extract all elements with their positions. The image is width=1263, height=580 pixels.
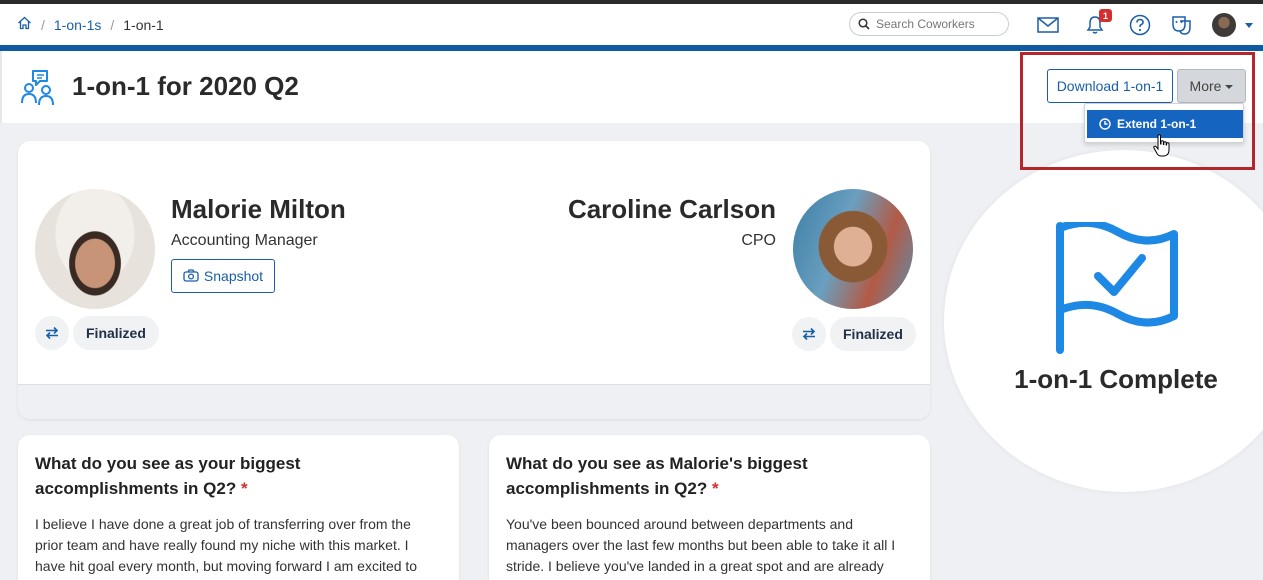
completion-label: 1-on-1 Complete bbox=[1014, 364, 1218, 394]
theater-masks-icon[interactable] bbox=[1168, 12, 1194, 38]
notifications-bell-icon[interactable]: 1 bbox=[1082, 9, 1112, 38]
search-coworkers-input[interactable] bbox=[876, 17, 1001, 31]
notification-count-badge: 1 bbox=[1099, 9, 1112, 22]
breadcrumb-separator: / bbox=[41, 16, 45, 33]
breadcrumb-current: 1-on-1 bbox=[123, 16, 164, 33]
question-card: What do you see as your biggest accompli… bbox=[18, 435, 459, 580]
status-badge: Finalized bbox=[830, 317, 916, 351]
conversation-people-icon bbox=[20, 69, 58, 112]
answer-text: You've been bounced around between depar… bbox=[506, 516, 896, 574]
question-title: What do you see as your biggest accompli… bbox=[35, 451, 442, 501]
snapshot-label: Snapshot bbox=[203, 268, 264, 284]
caroline-carlson-photo bbox=[793, 189, 913, 309]
participant-role: Accounting Manager bbox=[171, 232, 318, 249]
top-navigation-bar: / 1-on-1s / 1-on-1 1 bbox=[0, 4, 1263, 45]
breadcrumb: / 1-on-1s / 1-on-1 bbox=[0, 16, 164, 33]
question-text: What do you see as Malorie's biggest acc… bbox=[506, 454, 808, 498]
question-card: What do you see as Malorie's biggest acc… bbox=[489, 435, 930, 580]
participant-name: Caroline Carlson bbox=[567, 194, 776, 224]
required-mark: * bbox=[711, 479, 719, 498]
question-title: What do you see as Malorie's biggest acc… bbox=[506, 451, 913, 501]
home-icon[interactable] bbox=[17, 16, 32, 33]
highlight-annotation-box bbox=[1020, 52, 1255, 170]
participant-name: Malorie Milton bbox=[171, 194, 346, 224]
page-title: 1-on-1 for 2020 Q2 bbox=[72, 71, 299, 101]
search-box[interactable] bbox=[849, 12, 1009, 36]
completion-panel: 1-on-1 Complete bbox=[944, 150, 1263, 492]
swap-arrows-icon[interactable] bbox=[792, 317, 826, 351]
status-badge: Finalized bbox=[73, 316, 159, 350]
snapshot-icon bbox=[183, 269, 199, 282]
swap-arrows-icon[interactable] bbox=[35, 316, 69, 350]
required-mark: * bbox=[240, 479, 248, 498]
card-footer bbox=[18, 385, 930, 419]
flag-check-icon bbox=[1056, 222, 1178, 354]
breadcrumb-1-on-1s-link[interactable]: 1-on-1s bbox=[54, 17, 101, 33]
participant-role: CPO bbox=[741, 232, 776, 249]
question-text: What do you see as your biggest accompli… bbox=[35, 454, 301, 498]
chevron-down-icon[interactable] bbox=[1245, 23, 1253, 28]
malorie-milton-photo bbox=[35, 189, 155, 309]
participants-card: Malorie Milton Accounting Manager Snapsh… bbox=[18, 141, 930, 419]
user-avatar[interactable] bbox=[1212, 13, 1236, 37]
search-icon bbox=[858, 18, 870, 30]
help-icon[interactable] bbox=[1127, 12, 1153, 38]
answer-text: I believe I have done a great job of tra… bbox=[35, 516, 418, 580]
breadcrumb-separator: / bbox=[110, 16, 115, 33]
mail-icon[interactable] bbox=[1035, 12, 1061, 38]
snapshot-button[interactable]: Snapshot bbox=[171, 259, 275, 293]
